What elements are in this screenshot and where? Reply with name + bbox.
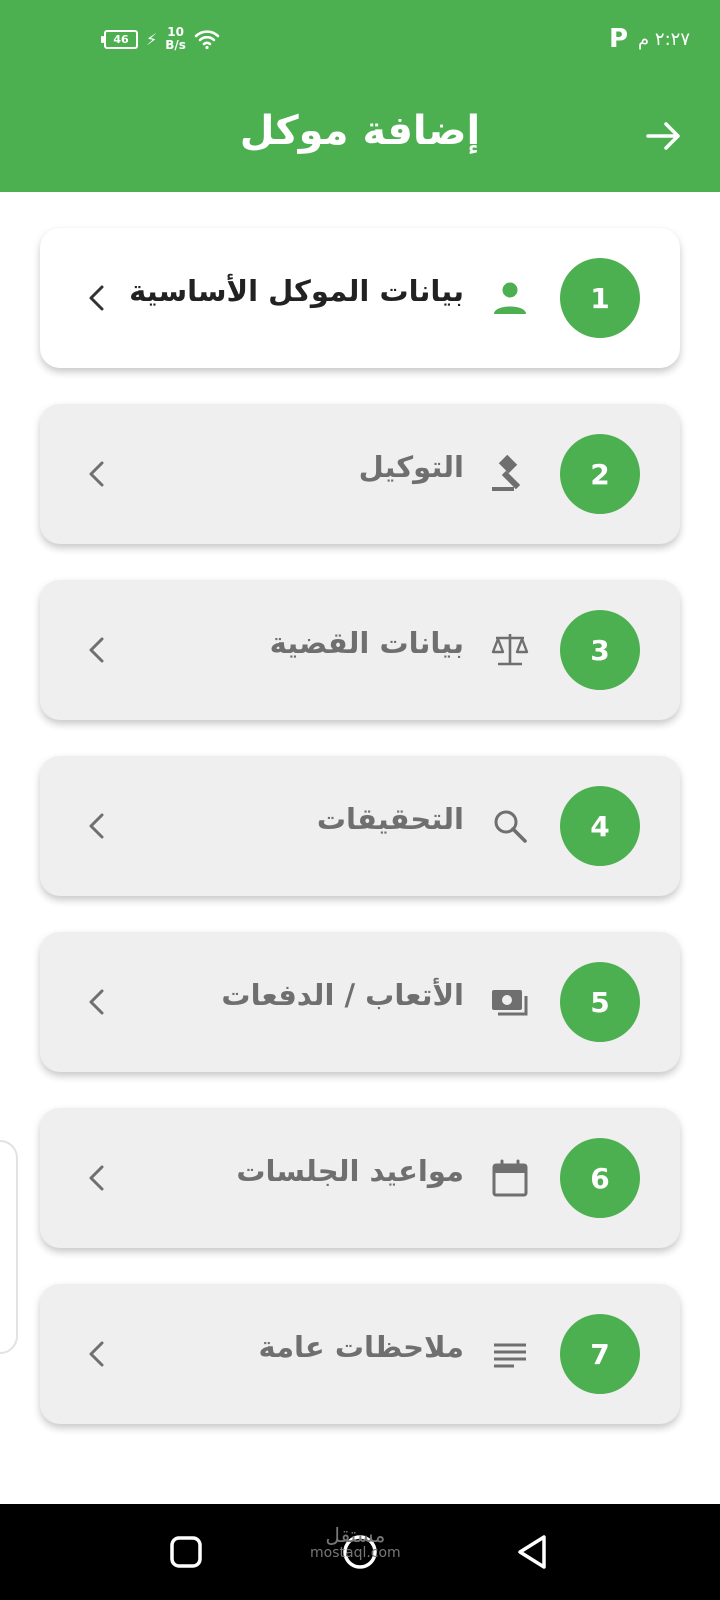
chevron-left-icon xyxy=(89,989,104,1015)
page-title: إضافة موكل xyxy=(239,108,481,154)
step-label: الأتعاب / الدفعات xyxy=(221,978,464,1012)
step-label: ملاحظات عامة xyxy=(258,1330,465,1364)
chevron-left-icon xyxy=(89,813,104,839)
notes-icon xyxy=(494,1343,526,1368)
step-number-badge: 2 xyxy=(560,434,640,514)
step-label: التوكيل xyxy=(358,450,464,484)
step-number-badge: 5 xyxy=(560,962,640,1042)
step-number-badge: 1 xyxy=(560,258,640,338)
step-number-badge: 7 xyxy=(560,1314,640,1394)
chevron-left-icon xyxy=(89,1165,104,1191)
edge-panel-handle[interactable] xyxy=(0,1140,18,1354)
person-icon xyxy=(494,282,526,314)
gavel-icon xyxy=(492,454,521,491)
status-bar-left: 46 ⚡ 10 B/s xyxy=(101,26,220,52)
chevron-left-icon xyxy=(89,1341,104,1367)
step-card-2[interactable]: 2 التوكيل xyxy=(40,404,680,544)
back-icon[interactable] xyxy=(514,1532,554,1572)
step-card-1[interactable]: 1 بيانات الموكل الأساسية xyxy=(40,228,680,368)
step-card-4[interactable]: 4 التحقيقات xyxy=(40,756,680,896)
step-card-3[interactable]: 3 بيانات القضية xyxy=(40,580,680,720)
wifi-icon xyxy=(194,30,220,50)
chevron-left-icon xyxy=(89,637,104,663)
parking-badge: P xyxy=(608,24,629,54)
payments-icon xyxy=(492,990,528,1016)
step-card-5[interactable]: 5 الأتعاب / الدفعات xyxy=(40,932,680,1072)
step-number-badge: 3 xyxy=(560,610,640,690)
step-label: التحقيقات xyxy=(316,802,464,836)
net-speed-unit: B/s xyxy=(165,38,186,52)
arrow-right-icon[interactable] xyxy=(644,116,684,156)
calendar-icon xyxy=(492,1159,528,1197)
watermark: مستقل mostaql.com xyxy=(310,1524,401,1560)
step-card-6[interactable]: 6 مواعيد الجلسات xyxy=(40,1108,680,1248)
step-card-7[interactable]: 7 ملاحظات عامة xyxy=(40,1284,680,1424)
clock: ٢:٢٧ م xyxy=(638,28,690,50)
battery-indicator: 46 xyxy=(101,29,138,49)
status-bar-right: P ٢:٢٧ م xyxy=(609,26,690,52)
scale-icon xyxy=(491,634,529,666)
net-speed: 10 B/s xyxy=(165,26,186,52)
step-label: مواعيد الجلسات xyxy=(236,1154,464,1188)
step-label: بيانات القضية xyxy=(269,626,464,660)
step-label: بيانات الموكل الأساسية xyxy=(129,274,464,308)
recents-icon[interactable] xyxy=(166,1532,206,1572)
chevron-left-icon xyxy=(89,461,104,487)
app-bar: 46 ⚡ 10 B/s P ٢:٢٧ م إضافة موكل xyxy=(0,0,720,192)
search-icon xyxy=(494,810,527,843)
charging-icon: ⚡ xyxy=(146,29,158,49)
system-nav-bar: مستقل mostaql.com xyxy=(0,1504,720,1600)
step-number-badge: 4 xyxy=(560,786,640,866)
step-number-badge: 6 xyxy=(560,1138,640,1218)
watermark-text: مستقل xyxy=(325,1523,386,1547)
chevron-left-icon xyxy=(89,285,104,311)
watermark-url: mostaql.com xyxy=(310,1545,401,1561)
